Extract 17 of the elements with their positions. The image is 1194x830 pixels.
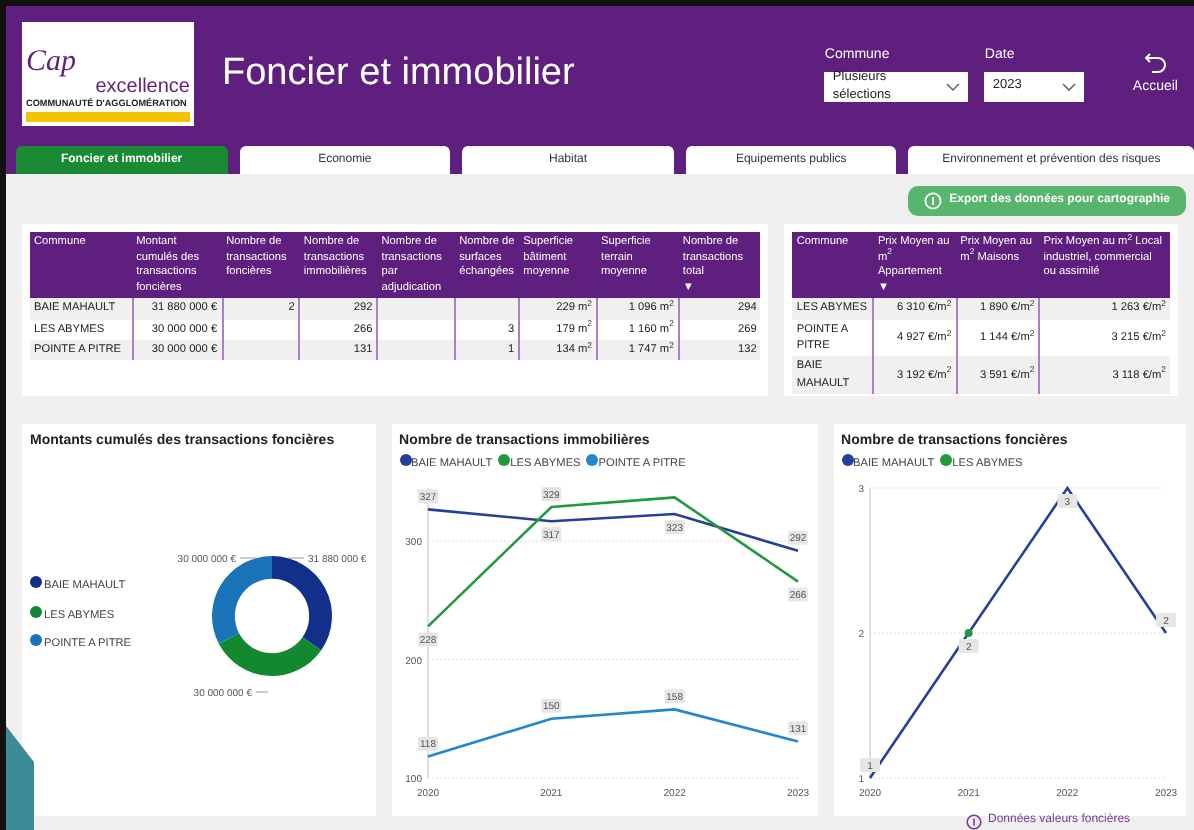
page-title: Foncier et immobilier	[222, 49, 575, 98]
table-cell	[377, 298, 456, 320]
info-icon	[966, 813, 982, 829]
leader-line	[254, 690, 268, 692]
table-cell	[455, 298, 520, 320]
logo-text: Cap	[26, 48, 77, 79]
data-point	[963, 628, 972, 637]
back-arrow-icon	[1143, 49, 1168, 74]
leader-line	[238, 556, 256, 558]
decoration-shape	[6, 726, 38, 830]
leader-line	[286, 556, 304, 558]
info-icon	[923, 192, 942, 210]
table-cell	[377, 339, 456, 361]
chevron-down-icon	[1062, 81, 1077, 92]
chevron-down-icon	[946, 81, 961, 92]
logo-text: excellence	[93, 78, 190, 99]
table-cell	[222, 339, 300, 361]
